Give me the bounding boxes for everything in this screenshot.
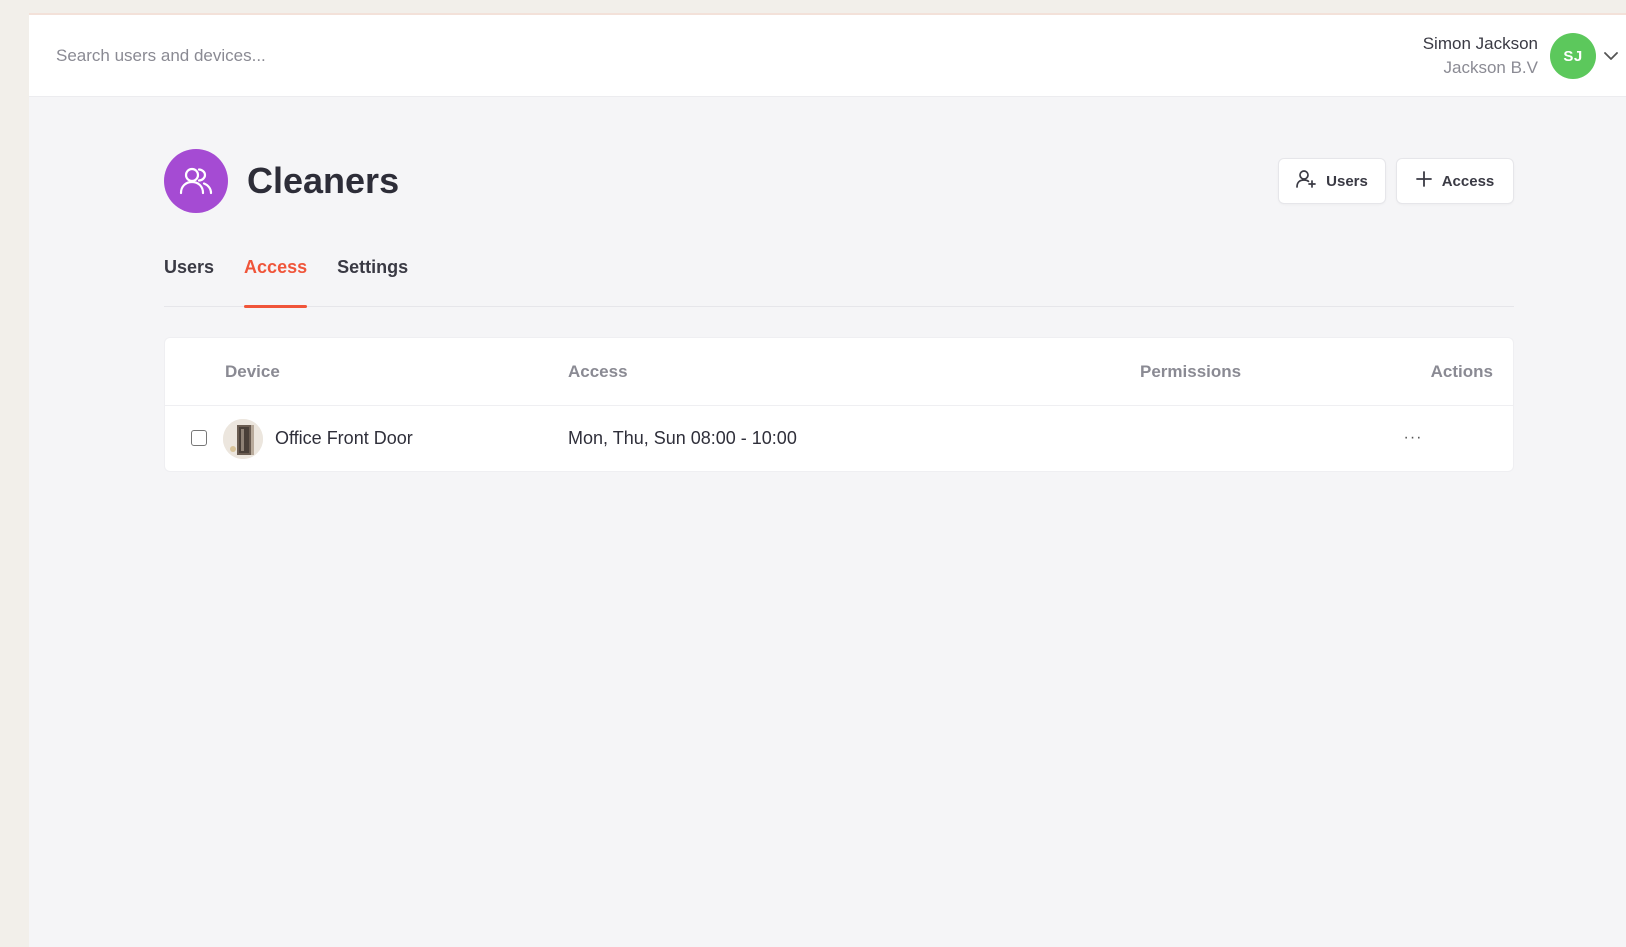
search-input[interactable] (56, 41, 476, 71)
access-table: Device Access Permissions Actions Office… (164, 337, 1514, 472)
table-row[interactable]: Office Front Door Mon, Thu, Sun 08:00 - … (165, 406, 1513, 472)
access-schedule: Mon, Thu, Sun 08:00 - 10:00 (568, 428, 797, 448)
user-info: Simon Jackson Jackson B.V (1423, 32, 1538, 80)
column-header-permissions[interactable]: Permissions (1140, 362, 1241, 382)
top-bar: Simon Jackson Jackson B.V SJ (29, 15, 1626, 97)
tab-access[interactable]: Access (244, 255, 308, 308)
tab-settings[interactable]: Settings (337, 255, 408, 307)
page-title: Cleaners (247, 160, 400, 201)
user-menu[interactable]: Simon Jackson Jackson B.V SJ (1423, 31, 1626, 81)
device-name[interactable]: Office Front Door (275, 428, 413, 449)
add-users-button-label: Users (1326, 172, 1368, 190)
row-checkbox[interactable] (191, 430, 207, 446)
door-device-image (223, 419, 263, 459)
user-company: Jackson B.V (1443, 58, 1539, 77)
users-group-icon (164, 149, 228, 213)
app-window: Simon Jackson Jackson B.V SJ Cleaners Us… (29, 13, 1626, 947)
tab-bar: Users Access Settings (164, 255, 1514, 308)
add-users-button[interactable]: Users (1278, 158, 1386, 204)
plus-icon (1415, 171, 1432, 191)
avatar[interactable]: SJ (1550, 33, 1596, 79)
table-header: Device Access Permissions Actions (165, 338, 1513, 406)
column-header-access[interactable]: Access (568, 362, 628, 382)
add-access-button-label: Access (1441, 172, 1495, 190)
tab-users[interactable]: Users (164, 255, 214, 307)
more-actions-button[interactable]: ··· (1400, 426, 1426, 450)
add-user-icon (1296, 170, 1316, 192)
chevron-down-icon[interactable] (1596, 33, 1626, 79)
column-header-device[interactable]: Device (225, 362, 280, 382)
user-name: Simon Jackson (1422, 34, 1538, 53)
add-access-button[interactable]: Access (1396, 158, 1514, 204)
column-header-actions: Actions (1430, 362, 1493, 381)
